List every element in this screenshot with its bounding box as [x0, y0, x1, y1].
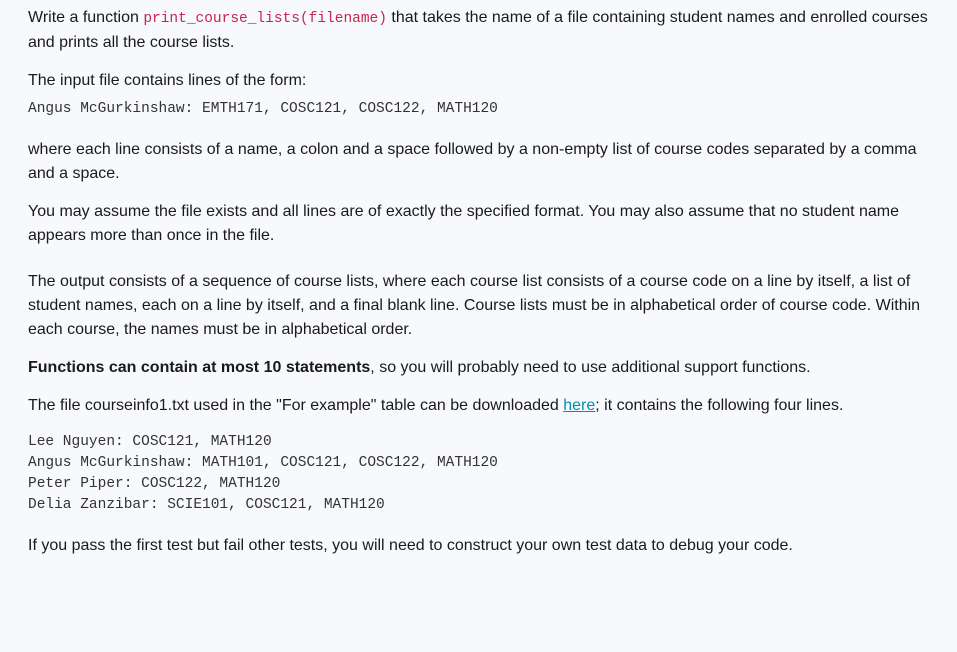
example-input-line: Angus McGurkinshaw: EMTH171, COSC121, CO…: [28, 99, 929, 120]
file-contents-block: Lee Nguyen: COSC121, MATH120 Angus McGur…: [28, 432, 929, 516]
assumptions-paragraph: You may assume the file exists and all l…: [28, 200, 929, 248]
download-link[interactable]: here: [563, 397, 595, 414]
testing-hint: If you pass the first test but fail othe…: [28, 534, 929, 558]
download-text-a: The file courseinfo1.txt used in the "Fo…: [28, 397, 563, 414]
intro-text-a: Write a function: [28, 9, 143, 26]
statement-limit-paragraph: Functions can contain at most 10 stateme…: [28, 356, 929, 380]
intro-paragraph: Write a function print_course_lists(file…: [28, 6, 929, 55]
input-format-label: The input file contains lines of the for…: [28, 69, 929, 93]
question-body: Write a function print_course_lists(file…: [0, 0, 957, 590]
output-description: The output consists of a sequence of cou…: [28, 270, 929, 342]
download-paragraph: The file courseinfo1.txt used in the "Fo…: [28, 394, 929, 418]
line-format-description: where each line consists of a name, a co…: [28, 138, 929, 186]
download-text-b: ; it contains the following four lines.: [595, 397, 843, 414]
statement-limit-bold: Functions can contain at most 10 stateme…: [28, 359, 370, 376]
function-signature-code: print_course_lists(filename): [143, 11, 387, 27]
statement-limit-rest: , so you will probably need to use addit…: [370, 359, 810, 376]
